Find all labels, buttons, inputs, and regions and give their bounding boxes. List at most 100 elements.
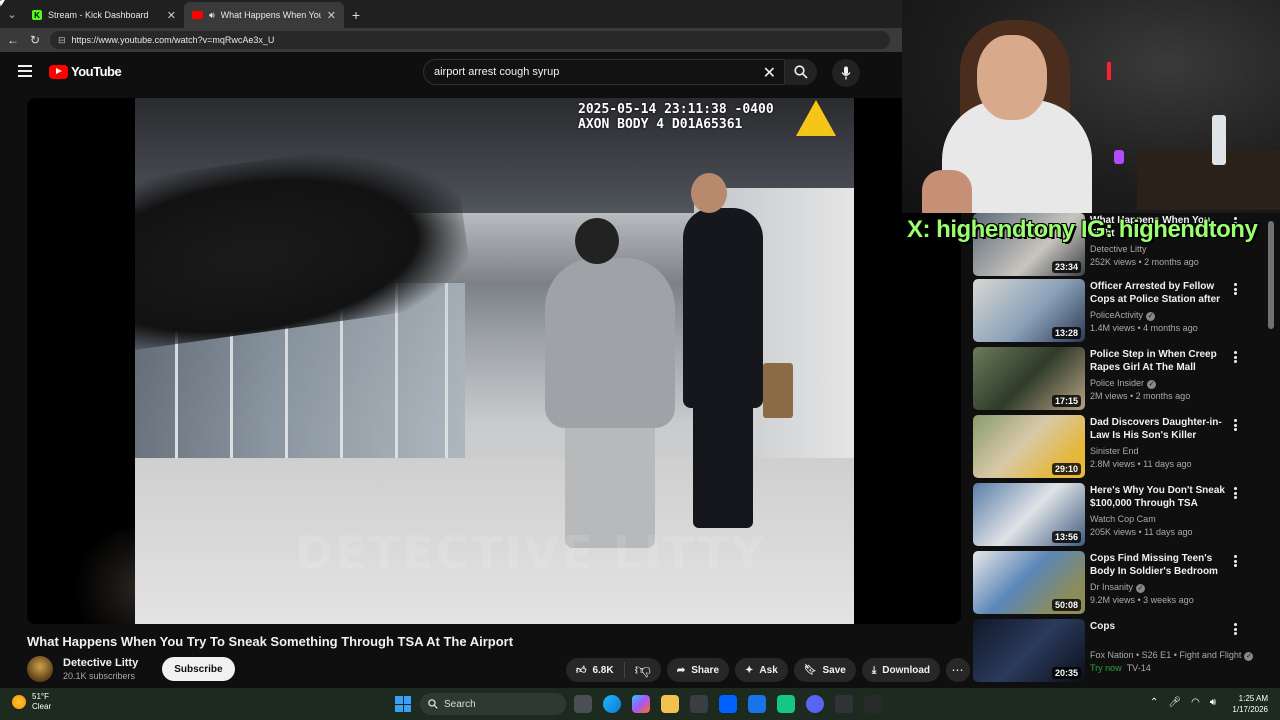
bodycam-timestamp: 2025-05-14 23:11:38 -0400 (578, 102, 774, 117)
video-actions: 👍︎ 6.8K 👎︎ ➦ Share ✦ Ask 🔖︎ Save ⤓ Downl… (566, 658, 971, 682)
recommendations-scrollbar[interactable] (1267, 213, 1275, 687)
subscribe-button[interactable]: Subscribe (162, 657, 235, 681)
store-icon[interactable] (690, 695, 708, 713)
recommendation-item[interactable]: 20:35 Cops Fox Nation • S26 E1 • Fight a… (973, 619, 1273, 683)
site-info-icon[interactable]: ⊟ (58, 35, 66, 46)
recommendation-title[interactable]: Police Step in When Creep Rapes Girl At … (1090, 348, 1230, 374)
kebab-menu-icon[interactable] (1230, 281, 1240, 297)
recommendation-title[interactable]: Officer Arrested by Fellow Cops at Polic… (1090, 280, 1230, 306)
reload-icon[interactable]: ↻ (28, 33, 42, 47)
save-button[interactable]: 🔖︎ Save (793, 658, 856, 682)
video-thumbnail[interactable]: 17:15 (973, 347, 1085, 410)
recommendation-item[interactable]: 50:08 Cops Find Missing Teen's Body In S… (973, 551, 1273, 615)
clock-time: 1:25 AM (1238, 694, 1268, 703)
recommendation-title[interactable]: Dad Discovers Daughter-in-Law Is His Son… (1090, 416, 1230, 442)
thumbs-down-icon: 👎︎ (634, 661, 651, 679)
video-thumbnail[interactable]: 50:08 (973, 551, 1085, 614)
search-input[interactable]: airport arrest cough syrup ✕ (423, 59, 785, 85)
channel-name[interactable]: Detective Litty (63, 657, 138, 669)
new-tab-button[interactable]: + (344, 2, 368, 28)
kebab-menu-icon[interactable] (1230, 621, 1240, 637)
copilot-icon[interactable] (632, 695, 650, 713)
recommendation-channel[interactable]: Fox Nation • S26 E1 • Fight and Flight ✓ (1090, 650, 1254, 661)
discord-icon[interactable] (806, 695, 824, 713)
app-icon[interactable] (777, 695, 795, 713)
back-arrow-icon[interactable]: ← (6, 33, 20, 47)
suspect-head (575, 218, 619, 264)
video-thumbnail[interactable]: 13:28 (973, 279, 1085, 342)
recommendation-title[interactable]: Cops (1090, 620, 1230, 633)
youtube-logo[interactable]: YouTube (49, 64, 122, 79)
video-thumbnail[interactable]: 13:56 (973, 483, 1085, 546)
dislike-button[interactable]: 👎︎ (625, 661, 661, 679)
recommendation-channel[interactable]: Watch Cop Cam (1090, 514, 1156, 524)
video-thumbnail[interactable]: 20:35 (973, 619, 1085, 682)
mail-icon[interactable] (748, 695, 766, 713)
recommendation-meta: Try now TV-14 (1090, 663, 1151, 673)
share-button[interactable]: ➦ Share (666, 658, 730, 682)
video-player[interactable]: DETECTIVE LITTY 2025-05-14 23:11:38 -040… (27, 98, 961, 624)
stream-app-icon[interactable] (864, 695, 882, 713)
chevron-up-icon[interactable]: ⌃ (1150, 697, 1158, 708)
try-now-badge[interactable]: Try now (1090, 663, 1122, 673)
taskbar-clock[interactable]: 1:25 AM 1/17/2026 (1222, 693, 1268, 715)
ask-button[interactable]: ✦ Ask (735, 658, 788, 682)
tab-kick-dashboard[interactable]: K Stream - Kick Dashboard ✕ (24, 2, 184, 28)
recommendation-channel[interactable]: PoliceActivity ✓ (1090, 310, 1156, 321)
scrollbar-thumb[interactable] (1268, 221, 1274, 329)
volume-icon[interactable]: 🔊︎ (1210, 697, 1216, 708)
tab-close-icon[interactable]: ✕ (167, 9, 176, 22)
edge-icon[interactable] (603, 695, 621, 713)
tab-youtube-video[interactable]: 🔊︎ What Happens When You Try ✕ (184, 2, 344, 28)
taskbar-search[interactable]: Search (420, 693, 566, 715)
youtube-icon (192, 11, 203, 19)
address-bar[interactable]: ⊟ https://www.youtube.com/watch?v=mqRwcA… (50, 31, 890, 49)
recommendation-title[interactable]: Here's Why You Don't Sneak $100,000 Thro… (1090, 484, 1230, 510)
kebab-menu-icon[interactable] (1230, 485, 1240, 501)
search-button[interactable] (785, 59, 817, 85)
recommendation-channel[interactable]: Police Insider ✓ (1090, 378, 1157, 389)
recommendation-title[interactable]: Cops Find Missing Teen's Body In Soldier… (1090, 552, 1230, 578)
wifi-icon[interactable]: ◠ (1191, 697, 1200, 708)
recommendation-channel[interactable]: Sinister End (1090, 446, 1139, 456)
recommendation-item[interactable]: 13:56 Here's Why You Don't Sneak $100,00… (973, 483, 1273, 547)
dropbox-icon[interactable] (719, 695, 737, 713)
terminal-icon[interactable] (835, 695, 853, 713)
recommendation-item[interactable]: 17:15 Police Step in When Creep Rapes Gi… (973, 347, 1273, 411)
kebab-menu-icon[interactable] (1230, 349, 1240, 365)
weather-sun-icon (12, 695, 26, 709)
kebab-menu-icon[interactable] (1230, 553, 1240, 569)
channel-avatar[interactable] (27, 656, 53, 682)
search-query: airport arrest cough syrup (434, 66, 560, 78)
video-thumbnail[interactable]: 29:10 (973, 415, 1085, 478)
system-tray: ⌃ 🎤︎ ◠ 🔊︎ (1150, 697, 1216, 708)
speaker-icon[interactable]: 🔊︎ (209, 10, 215, 21)
microphone-tray-icon[interactable]: 🎤︎ (1168, 697, 1181, 708)
voice-search-button[interactable] (832, 59, 860, 87)
menu-icon[interactable] (18, 65, 32, 77)
share-icon: ➦ (676, 664, 686, 676)
clear-search-icon[interactable]: ✕ (763, 63, 776, 83)
save-label: Save (822, 664, 846, 676)
windows-start-icon[interactable] (395, 696, 411, 712)
recommendation-item[interactable]: 13:28 Officer Arrested by Fellow Cops at… (973, 279, 1273, 343)
recommendation-channel[interactable]: Detective Litty (1090, 244, 1147, 254)
thumbs-up-icon: 👍︎ (576, 665, 587, 676)
recommendation-channel[interactable]: Dr Insanity ✓ (1090, 582, 1146, 593)
download-icon: ⤓ (871, 664, 877, 676)
kebab-menu-icon[interactable] (1230, 417, 1240, 433)
like-button[interactable]: 👍︎ 6.8K (566, 662, 625, 678)
officer-legs (693, 398, 753, 528)
task-view-icon[interactable] (574, 695, 592, 713)
bookmark-icon: 🔖︎ (803, 664, 817, 676)
recommendation-meta: 2M views • 2 months ago (1090, 391, 1191, 401)
file-explorer-icon[interactable] (661, 695, 679, 713)
verified-icon: ✓ (1147, 380, 1157, 389)
weather-widget[interactable]: 51°F Clear (12, 692, 51, 712)
tab-close-icon[interactable]: ✕ (327, 9, 336, 22)
recommendation-item[interactable]: 29:10 Dad Discovers Daughter-in-Law Is H… (973, 415, 1273, 479)
duration-badge: 23:34 (1051, 261, 1081, 273)
download-button[interactable]: ⤓ Download (861, 658, 941, 682)
duration-badge: 20:35 (1051, 667, 1081, 679)
more-actions-button[interactable]: ⋯ (946, 658, 971, 682)
